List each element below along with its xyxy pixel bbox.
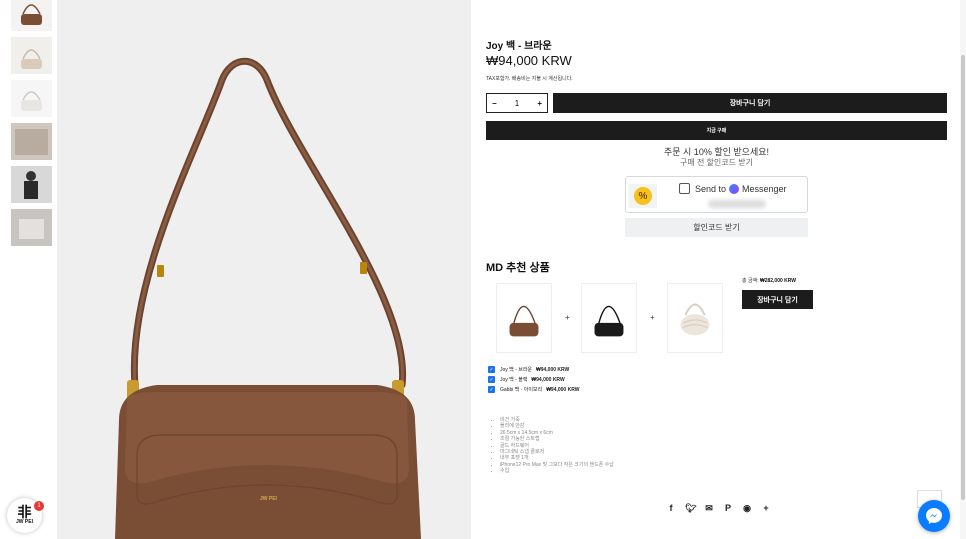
decrease-quantity-button[interactable]: − <box>492 99 497 108</box>
messenger-optin-widget: % Send to Messenger <box>625 176 808 213</box>
discount-promo-subtext: 구매 전 할인코드 받기 <box>680 158 753 167</box>
quantity-stepper[interactable]: − 1 + <box>486 93 548 113</box>
pinterest-icon[interactable]: P <box>723 503 733 514</box>
plus-sign: + <box>650 313 655 322</box>
thumbnail-2[interactable] <box>11 37 52 74</box>
md-check-row[interactable]: ✓ Gabbi 백 - 아이보리 ₩94,000 KRW <box>488 386 579 393</box>
product-page: JW PEI Joy 백 - 브라운 ₩94,000 KRW TAX포함가. 배… <box>0 0 966 539</box>
more-icon[interactable]: + <box>761 503 771 514</box>
brand-logo-mark: 非 <box>17 504 32 521</box>
send-to-label: Send to <box>695 183 727 194</box>
buy-now-button[interactable]: 지금 구매 <box>486 121 947 140</box>
brand-logo-text: JW PEI <box>16 518 33 525</box>
md-item-joy-brown[interactable] <box>496 283 552 353</box>
messenger-chat-button[interactable] <box>918 500 950 532</box>
notification-badge: 1 <box>34 501 44 511</box>
md-checkbox[interactable]: ✓ <box>488 366 495 373</box>
facebook-icon[interactable]: f <box>666 503 676 514</box>
md-item-label: Joy 백 - 브라운 <box>500 367 533 373</box>
scrollbar-thumb[interactable] <box>961 55 965 500</box>
svg-text:JW PEI: JW PEI <box>260 496 278 502</box>
spec-item: iPhone12 Pro Max 및 그보다 작은 크기의 핸드폰 수납 <box>500 462 614 468</box>
md-item-label: Joy 백 - 블랙 <box>500 377 528 383</box>
twitter-icon[interactable]: 🐦︎ <box>685 503 696 514</box>
spec-list: 비건 가죽 폴리에 안감 26.5cm x 14.5cm x 6cm 조절 가능… <box>500 417 614 475</box>
get-coupon-button[interactable]: 할인코드 받기 <box>625 218 808 237</box>
md-check-row[interactable]: ✓ Joy 백 - 블랙 ₩94,000 KRW <box>488 376 565 383</box>
thumbnail-5[interactable] <box>11 166 52 203</box>
md-checkbox[interactable]: ✓ <box>488 376 495 383</box>
plus-sign: + <box>565 313 570 322</box>
product-title: Joy 백 - 브라운 <box>486 41 552 52</box>
md-item-joy-black[interactable] <box>581 283 637 353</box>
md-item-price: ₩94,000 KRW <box>531 376 565 383</box>
share-icons: f 🐦︎ ✉ P ◉ + <box>666 503 771 514</box>
product-price: ₩94,000 KRW <box>486 53 572 68</box>
increase-quantity-button[interactable]: + <box>537 99 542 108</box>
messenger-icon <box>729 183 740 194</box>
tax-note: TAX포함가. 배송비는 지불 시 계산됩니다. <box>486 76 573 82</box>
email-icon[interactable]: ✉ <box>704 503 714 514</box>
md-total: 총 금액: ₩282,000 KRW <box>742 277 796 284</box>
md-item-gabbi-ivory[interactable] <box>667 283 723 353</box>
quantity-value[interactable]: 1 <box>515 99 519 108</box>
thumbnail-6[interactable] <box>11 209 52 246</box>
add-to-cart-button[interactable]: 장바구니 담기 <box>553 93 947 113</box>
main-product-image[interactable]: JW PEI <box>57 0 471 539</box>
messenger-chat-icon <box>926 508 942 524</box>
thumbnail-1[interactable] <box>11 0 52 31</box>
md-checkbox[interactable]: ✓ <box>488 386 495 393</box>
md-total-label: 총 금액: <box>742 278 759 284</box>
messenger-icon[interactable]: ◉ <box>742 503 752 514</box>
thumbnail-4[interactable] <box>11 123 52 160</box>
send-to-messenger-checkbox[interactable] <box>679 183 690 194</box>
md-item-price: ₩94,000 KRW <box>546 386 580 393</box>
md-recommend-title: MD 추천 상품 <box>486 262 550 274</box>
send-to-messenger[interactable]: Send to Messenger <box>679 183 787 194</box>
md-item-price: ₩94,000 KRW <box>536 366 570 373</box>
md-total-value: ₩282,000 KRW <box>759 278 797 284</box>
md-item-label: Gabbi 백 - 아이보리 <box>500 387 543 393</box>
percent-badge-icon: % <box>629 184 657 208</box>
blurred-user-name <box>708 200 766 208</box>
thumbnail-3[interactable] <box>11 80 52 117</box>
spec-item: 수입 <box>500 468 614 474</box>
md-add-to-cart-button[interactable]: 장바구니 담기 <box>742 290 813 309</box>
page-scrollbar[interactable] <box>960 0 966 539</box>
messenger-label: Messenger <box>742 183 787 194</box>
md-check-row[interactable]: ✓ Joy 백 - 브라운 ₩94,000 KRW <box>488 366 569 373</box>
